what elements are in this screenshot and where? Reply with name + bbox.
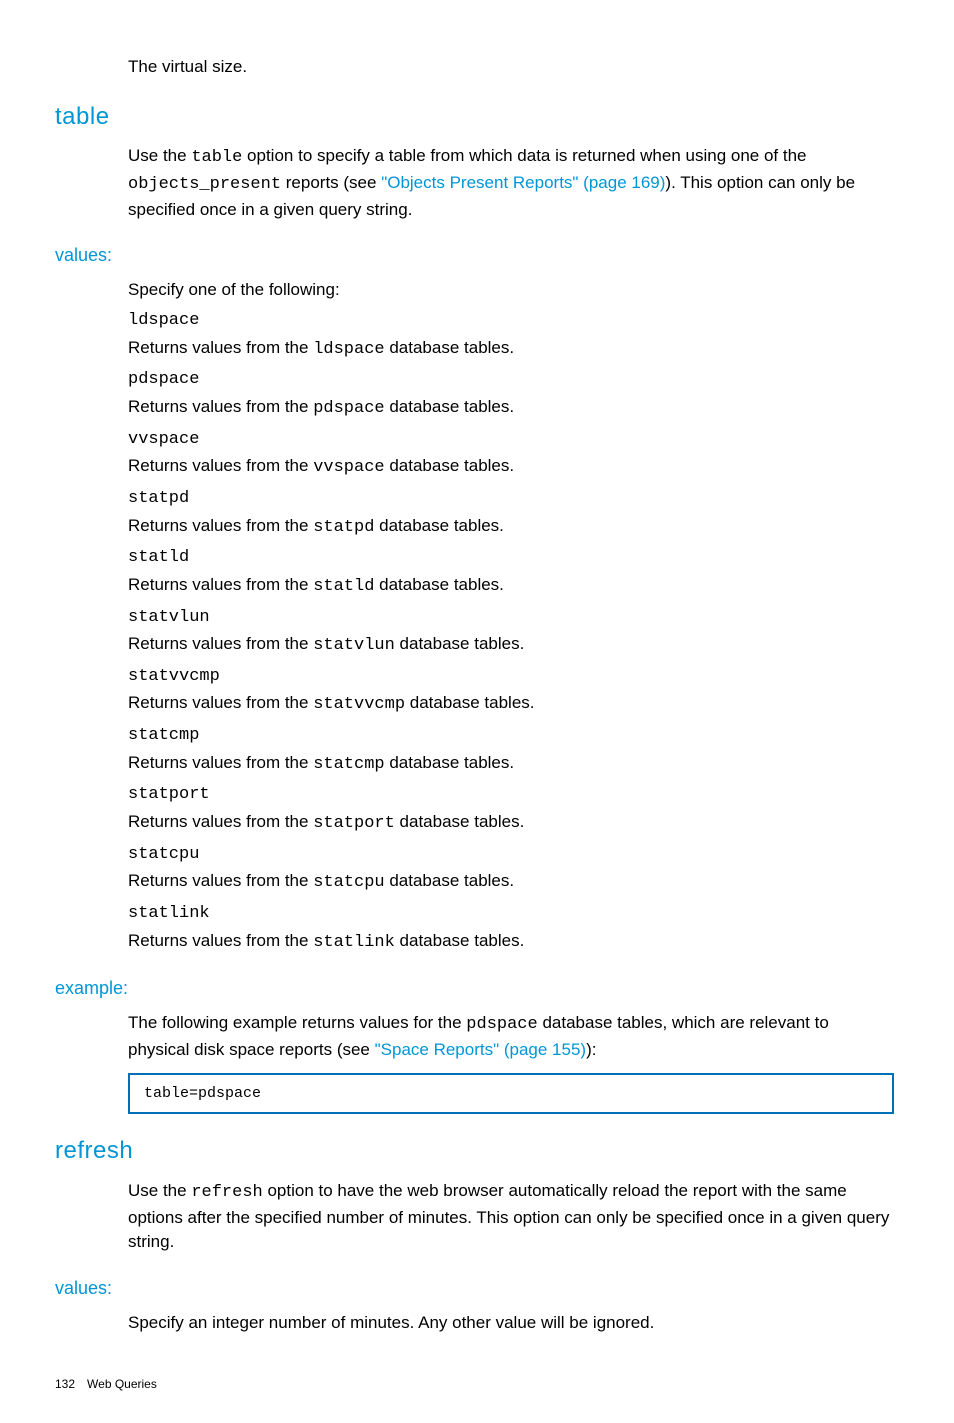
dd-pre: Returns values from the xyxy=(128,397,313,416)
dd-code: statport xyxy=(313,814,395,833)
dd-post: database tables. xyxy=(385,397,514,416)
table-desc-mid1: option to specify a table from which dat… xyxy=(242,146,806,165)
example-codebox: table=pdspace xyxy=(128,1073,894,1115)
dd-code: pdspace xyxy=(313,399,384,418)
dd-post: database tables. xyxy=(385,753,514,772)
definition: Returns values from the statld database … xyxy=(128,573,894,600)
definition: Returns values from the pdspace database… xyxy=(128,395,894,422)
example-description: The following example returns values for… xyxy=(128,1011,894,1062)
dd-code: statvvcmp xyxy=(313,695,405,714)
page-footer: 132 Web Queries xyxy=(55,1376,894,1393)
dd-post: database tables. xyxy=(395,931,524,950)
term: pdspace xyxy=(128,368,894,393)
dd-post: database tables. xyxy=(385,456,514,475)
dd-code: statcpu xyxy=(313,873,384,892)
term: statport xyxy=(128,783,894,808)
dd-pre: Returns values from the xyxy=(128,516,313,535)
definition: Returns values from the vvspace database… xyxy=(128,454,894,481)
heading-table: table xyxy=(55,100,894,135)
dd-pre: Returns values from the xyxy=(128,575,313,594)
values-intro: Specify one of the following: xyxy=(128,278,894,303)
term: vvspace xyxy=(128,428,894,453)
table-desc-pre: Use the xyxy=(128,146,191,165)
definition: Returns values from the statvlun databas… xyxy=(128,632,894,659)
term: statcmp xyxy=(128,724,894,749)
dd-code: statcmp xyxy=(313,755,384,774)
dd-pre: Returns values from the xyxy=(128,456,313,475)
definition: Returns values from the ldspace database… xyxy=(128,336,894,363)
dd-pre: Returns values from the xyxy=(128,871,313,890)
vsize-text: The virtual size. xyxy=(128,55,894,80)
definition: Returns values from the statcpu database… xyxy=(128,869,894,896)
dd-pre: Returns values from the xyxy=(128,931,313,950)
heading-values-refresh: values: xyxy=(55,1275,894,1301)
dd-post: database tables. xyxy=(405,693,534,712)
term: statvlun xyxy=(128,606,894,631)
heading-example: example: xyxy=(55,975,894,1001)
dd-pre: Returns values from the xyxy=(128,693,313,712)
term: statlink xyxy=(128,902,894,927)
table-description: Use the table option to specify a table … xyxy=(128,144,894,222)
definition: Returns values from the statport databas… xyxy=(128,810,894,837)
example-pre: The following example returns values for… xyxy=(128,1013,466,1032)
heading-values-table: values: xyxy=(55,242,894,268)
dd-post: database tables. xyxy=(374,575,503,594)
footer-title: Web Queries xyxy=(87,1376,157,1393)
table-desc-mid2: reports (see xyxy=(281,173,381,192)
definition: Returns values from the statlink databas… xyxy=(128,929,894,956)
dd-post: database tables. xyxy=(385,871,514,890)
dd-code: vvspace xyxy=(313,458,384,477)
term: statpd xyxy=(128,487,894,512)
refresh-code: refresh xyxy=(191,1183,262,1202)
dd-pre: Returns values from the xyxy=(128,634,313,653)
dd-code: statld xyxy=(313,577,374,596)
refresh-description: Use the refresh option to have the web b… xyxy=(128,1179,894,1255)
dd-post: database tables. xyxy=(374,516,503,535)
definition: Returns values from the statpd database … xyxy=(128,514,894,541)
dd-code: statvlun xyxy=(313,636,395,655)
term: statvvcmp xyxy=(128,665,894,690)
dd-post: database tables. xyxy=(395,634,524,653)
dd-code: ldspace xyxy=(313,340,384,359)
page-number: 132 xyxy=(55,1376,75,1393)
example-code: pdspace xyxy=(466,1015,537,1034)
definition: Returns values from the statvvcmp databa… xyxy=(128,691,894,718)
dd-pre: Returns values from the xyxy=(128,812,313,831)
definition-list: ldspace Returns values from the ldspace … xyxy=(128,309,894,955)
dd-code: statlink xyxy=(313,933,395,952)
refresh-values-text: Specify an integer number of minutes. An… xyxy=(128,1311,894,1336)
dd-pre: Returns values from the xyxy=(128,753,313,772)
dd-pre: Returns values from the xyxy=(128,338,313,357)
dd-code: statpd xyxy=(313,518,374,537)
dd-post: database tables. xyxy=(395,812,524,831)
objects-present-reports-link[interactable]: "Objects Present Reports" (page 169) xyxy=(381,173,665,192)
refresh-pre: Use the xyxy=(128,1181,191,1200)
table-desc-code2: objects_present xyxy=(128,175,281,194)
table-desc-code1: table xyxy=(191,148,242,167)
term: statld xyxy=(128,546,894,571)
dd-post: database tables. xyxy=(385,338,514,357)
space-reports-link[interactable]: "Space Reports" (page 155) xyxy=(375,1040,586,1059)
term: ldspace xyxy=(128,309,894,334)
heading-refresh: refresh xyxy=(55,1134,894,1169)
definition: Returns values from the statcmp database… xyxy=(128,751,894,778)
example-post: ): xyxy=(586,1040,596,1059)
term: statcpu xyxy=(128,843,894,868)
